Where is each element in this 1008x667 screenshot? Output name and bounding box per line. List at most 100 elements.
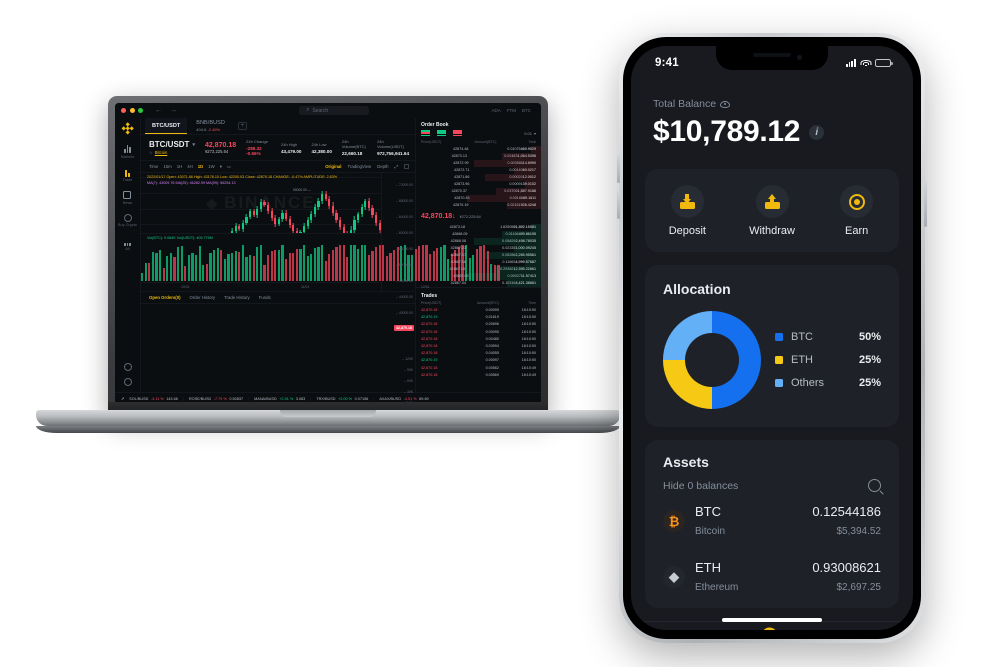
hide-balances-toggle[interactable]: Hide 0 balances [663,480,738,492]
pair-tab-bnbbusd[interactable]: BNB/BUSD 404.6 -2.46% [189,118,232,134]
info-icon[interactable]: i [809,124,825,140]
asset-row-eth[interactable]: ◆ ETH Ethereum 0.93008621 $2,697.25 [663,548,881,604]
bottom-ticker-item[interactable]: TRX/BUSD +2.00 % 0.07156 [316,397,368,401]
pin-icon[interactable]: ⇗ [121,396,124,401]
orderbook-row[interactable]: 42867.05 0.00027 11.57413 [416,273,541,280]
forward-icon[interactable]: → [170,107,177,114]
orderbook-row[interactable]: 42871.86 0.00020 12.0012 [416,174,541,181]
minimize-button[interactable] [129,108,135,113]
sidebar-item-label: All [125,247,130,251]
orderbook-row[interactable]: 42868.09 0.01166 499.86195 [416,231,541,238]
orderbook-row[interactable]: 42867.23 0.02335 1,000.09245 [416,245,541,252]
sidebar-item-news[interactable]: News [123,191,132,205]
interval-1d[interactable]: 1D [198,164,204,169]
interval-1w[interactable]: 1W [208,164,214,169]
home-indicator[interactable] [722,618,822,622]
orderbook-row[interactable]: 42870.37 0.03706 1,587.9188 [416,188,541,195]
orderbook-step-selector[interactable]: 0.01 ▾ [524,131,536,136]
quick-ticker-list[interactable]: ADA FTM BTC [491,108,531,113]
volume-up-button[interactable] [617,155,620,183]
pair-tab-label: BNB/BUSD [196,120,225,127]
interval-4h[interactable]: 4H [187,164,193,169]
sliders-icon[interactable]: ⚏ [227,164,231,170]
orderbook-asks: 42874.48 0.01075 460.9029 42873.13 0.02483 1,… [416,146,541,209]
deposit-button[interactable]: Deposit [645,185,730,237]
sidebar-item-trade[interactable]: Trade [123,168,133,183]
orderbook-mode-both-icon[interactable] [421,130,430,137]
sidebar-item-all[interactable]: All [123,237,132,252]
orderbook-row[interactable]: 42867.16 0.11663 4,999.57687 [416,259,541,266]
bottom-ticker-item[interactable]: SOL/BUSD -4.11 % 143.66 [129,397,178,401]
tab-open-orders[interactable]: Open Orders(0) [149,295,181,300]
view-original[interactable]: Original [325,164,341,169]
pair-tab-bar: BTC/USDT BNB/BUSD 404.6 -2.46% + [141,118,415,135]
earn-button[interactable]: Earn [814,185,899,237]
allocation-donut-chart [663,311,761,409]
power-button[interactable] [924,181,927,227]
view-depth[interactable]: Depth [377,164,388,169]
back-icon[interactable]: ← [155,107,162,114]
gear-icon[interactable] [123,378,132,386]
volume-text: Vol(BTC): 9.084K Vol(USDT): 405.776M [147,236,213,240]
tab-order-history[interactable]: Order History [190,295,216,300]
orderbook-row[interactable]: 42872.99 0.00358 114.8990 [416,160,541,167]
tab-funds[interactable]: Funds [259,295,271,300]
expand-icon[interactable]: ⤢ [395,164,398,169]
asset-row-btc[interactable]: ₿ BTC Bitcoin 0.12544186 $5,394.52 [663,492,881,548]
assets-title: Assets [663,454,709,470]
add-pair-tab-button[interactable]: + [237,122,247,130]
maximize-button[interactable] [138,108,143,113]
chevron-down-icon[interactable]: ▾ [220,164,222,170]
tab-trade-history[interactable]: Trade History [224,295,250,300]
quick-ticker[interactable]: ADA [491,108,500,113]
chart-canvas-wrap: 2022/01/17 Open: 43071.66 High: 43176.10… [141,173,500,291]
orderbook-row[interactable]: 42868.08 0.05829 2,498.78035 [416,238,541,245]
volume-down-button[interactable] [617,191,620,219]
window-controls[interactable] [121,108,143,113]
quick-ticker[interactable]: BTC [522,108,531,113]
orderbook-row[interactable]: 42873.96 0.00091 39.0102 [416,181,541,188]
orderbook-row[interactable]: 42872.71 0.00140 60.0217 [416,167,541,174]
search-icon[interactable] [868,479,881,492]
trade-row: 42,870.18 0.00696 18:10:50 [416,321,541,328]
orderbook-row[interactable]: 42867.15 0.29382 12,595.22661 [416,266,541,273]
binance-logo-icon[interactable] [121,122,134,135]
sidebar-item-markets[interactable]: Markets [121,144,134,159]
orderbook-row[interactable]: 42873.13 0.02483 1,064.5398 [416,153,541,160]
refresh-icon[interactable] [123,363,132,371]
nav-arrows[interactable]: ← → [155,107,177,114]
view-tradingview[interactable]: TradingView [347,164,371,169]
ticker-pair-link[interactable]: Bitcoin [155,150,168,155]
orderbook-row[interactable]: 42870.19 0.02161 926.4248 [416,202,541,209]
interval-1h[interactable]: 1H [177,164,183,169]
volume-bar [375,247,378,281]
eye-icon[interactable] [720,100,731,108]
search-input[interactable]: ⌕ Search [299,106,370,115]
quick-ticker[interactable]: FTM [507,108,516,113]
interval-15m[interactable]: 15m [163,164,171,169]
interval-time[interactable]: Time [149,164,158,169]
pair-tab-btcusdt[interactable]: BTC/USDT [145,118,188,134]
withdraw-button[interactable]: Withdraw [730,185,815,237]
bottom-ticker-item[interactable]: ROSE/BUSD -7.79 % 0.50837 [189,397,243,401]
orderbook-row[interactable]: 42867.17 0.05286 2,265.95561 [416,252,541,259]
orderbook-row[interactable]: 42870.36 0.00188 89.1611 [416,195,541,202]
coins-icon [123,213,132,222]
price-axis-label: – 44000.00 [396,295,413,299]
allocation-legend: BTC 50% ETH 25% Others 25% [775,331,881,389]
orderbook-row[interactable]: 42867.04 0.10316 4,421.38661 [416,280,541,287]
close-button[interactable] [121,108,126,113]
chevron-down-icon[interactable]: ▾ [192,142,195,148]
screenshot-icon[interactable] [404,164,409,169]
sidebar-item-buy-crypto[interactable]: Buy Crypto [118,213,137,228]
orderbook-mode-bids-icon[interactable] [437,130,446,137]
ticker-pair-block[interactable]: BTC/USDT ▾ ☆ Bitcoin [149,140,195,155]
bottom-ticker-item[interactable]: MANA/BUSD +2.51 % 3.083 [254,397,305,401]
trade-row: 42,870.18 0.00569 18:10:49 [416,372,541,379]
bottom-ticker-item[interactable]: AXAX/BUSD -4.51 % 89.69 [379,397,428,401]
orderbook-row[interactable]: 42873.18 1.62505 61,892.15081 [416,224,541,231]
orderbook-mode-asks-icon[interactable] [453,130,462,137]
orderbook-row[interactable]: 42874.48 0.01075 460.9029 [416,146,541,153]
trade-row: 42,870.18 0.00095 18:10:50 [416,307,541,314]
star-icon[interactable]: ☆ [149,150,153,155]
